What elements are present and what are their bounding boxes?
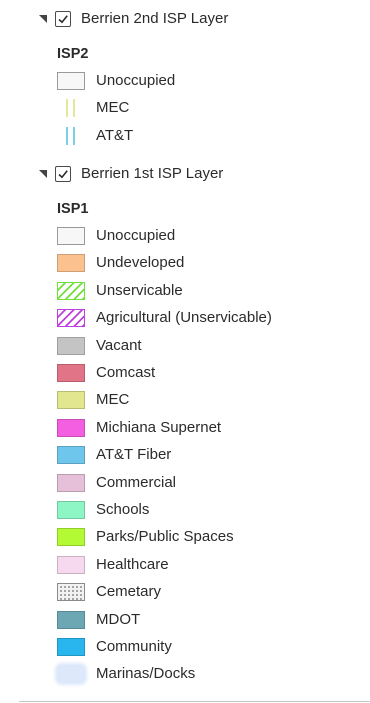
legend-item-label: Agricultural (Unservicable) — [96, 309, 272, 327]
legend-item-label: Unservicable — [96, 281, 183, 299]
layer-visibility-checkbox[interactable] — [55, 11, 71, 27]
legend-item: MEC — [57, 389, 357, 411]
color-swatch — [57, 336, 85, 355]
color-swatch — [57, 473, 85, 492]
legend-item: Undeveloped — [57, 252, 357, 274]
legend-item: Parks/Public Spaces — [57, 526, 357, 548]
color-swatch — [57, 555, 85, 574]
line-swatch — [57, 126, 85, 145]
legend-item: AT&T — [57, 125, 357, 147]
legend-item-label: Healthcare — [96, 555, 169, 573]
legend-item-label: AT&T Fiber — [96, 446, 172, 464]
legend-item: Commercial — [57, 472, 357, 494]
legend-item-label: AT&T — [96, 126, 134, 144]
collapse-arrow-icon[interactable] — [39, 15, 47, 23]
outline-swatch — [57, 227, 85, 245]
legend-item: Community — [57, 636, 357, 658]
legend-item-label: Comcast — [96, 364, 156, 381]
legend-item-label: Unoccupied — [96, 227, 176, 244]
legend-item: AT&T Fiber — [57, 444, 357, 466]
divider — [19, 701, 370, 702]
legend-item: Unoccupied — [57, 225, 357, 247]
legend-item: MEC — [57, 97, 357, 119]
legend-item: Michiana Supernet — [57, 417, 357, 439]
dotted-swatch — [57, 583, 85, 602]
layer-name[interactable]: Berrien 2nd ISP Layer — [81, 9, 228, 29]
group-heading: ISP1 — [57, 201, 89, 217]
legend-item-label: Michiana Supernet — [96, 418, 222, 436]
color-swatch — [57, 418, 85, 437]
legend-item-label: Community — [96, 638, 172, 655]
group-heading: ISP2 — [57, 46, 89, 62]
color-swatch — [57, 501, 85, 519]
legend-item: MDOT — [57, 609, 357, 631]
layer-name[interactable]: Berrien 1st ISP Layer — [81, 164, 223, 184]
color-swatch — [57, 610, 85, 629]
color-swatch — [57, 254, 85, 273]
hatch-swatch — [57, 309, 85, 328]
color-swatch — [57, 446, 85, 465]
legend-item: Unoccupied — [57, 70, 357, 92]
color-swatch — [57, 364, 85, 382]
legend-item-label: MDOT — [96, 610, 141, 628]
color-swatch — [57, 528, 85, 547]
legend-item-label: Commercial — [96, 473, 177, 491]
color-swatch — [57, 638, 85, 656]
hatch-swatch — [57, 281, 85, 300]
layer-visibility-checkbox[interactable] — [55, 166, 71, 182]
legend-item-label: MEC — [96, 391, 130, 409]
legend-item: Cemetary — [57, 581, 357, 603]
legend-item-label: Marinas/Docks — [96, 665, 196, 683]
legend-item: Schools — [57, 499, 357, 521]
legend-item-label: MEC — [96, 99, 130, 117]
line-swatch — [57, 99, 85, 118]
legend-item: Vacant — [57, 335, 357, 357]
legend-item-label: Unoccupied — [96, 72, 176, 89]
legend-item-label: Parks/Public Spaces — [96, 528, 234, 546]
legend-item: Marinas/Docks — [57, 663, 357, 685]
legend-item-label: Undeveloped — [96, 254, 185, 272]
soft-swatch — [57, 665, 85, 684]
legend-item-label: Cemetary — [96, 583, 162, 601]
legend-item-label: Schools — [96, 501, 150, 518]
legend-item: Agricultural (Unservicable) — [57, 307, 357, 329]
color-swatch — [57, 391, 85, 410]
legend-item: Unservicable — [57, 280, 357, 302]
legend-item: Comcast — [57, 362, 357, 384]
legend-item: Healthcare — [57, 554, 357, 576]
collapse-arrow-icon[interactable] — [39, 170, 47, 178]
outline-swatch — [57, 72, 85, 90]
legend-item-label: Vacant — [96, 336, 142, 354]
